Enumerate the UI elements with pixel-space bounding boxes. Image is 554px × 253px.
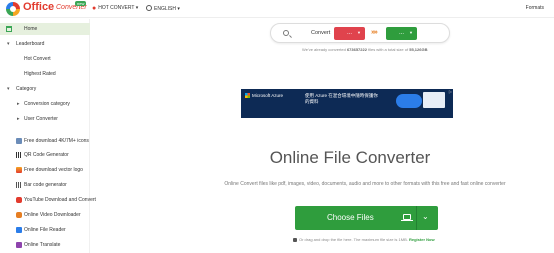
sidebar-item-label: Bar code generator <box>24 182 67 188</box>
sidebar-item-label: Online File Reader <box>24 227 66 233</box>
globe-icon <box>146 5 152 11</box>
sidebar-item-bar-code[interactable]: Bar code generator <box>0 179 90 191</box>
sidebar-item-label: Category <box>16 86 37 92</box>
chevron-down-icon[interactable]: ⌄ <box>422 212 429 221</box>
search-icon[interactable] <box>283 30 289 36</box>
sidebar-item-hot-convert[interactable]: Hot Convert <box>0 53 90 65</box>
sidebar-item-label: Online Translate <box>24 242 61 248</box>
stats-prefix: We've already converted <box>302 47 347 52</box>
to-format-select[interactable]: ... ▼ <box>386 27 417 40</box>
sidebar-item-translate[interactable]: Online Translate <box>0 239 90 251</box>
language-menu[interactable]: ENGLISH ▾ <box>146 5 180 12</box>
chevron-right-icon: ▸ <box>17 101 20 107</box>
drop-hint-text: Or drag and drop the file here. The maxi… <box>299 237 408 242</box>
youtube-icon <box>16 197 22 203</box>
laptop-icon <box>401 214 413 221</box>
formats-link[interactable]: Formats <box>526 5 544 11</box>
chevron-down-icon: ▾ <box>7 41 10 47</box>
sidebar-item-label: Free download vector logo <box>24 167 83 173</box>
sidebar-item-user-converter[interactable]: ▸ User Converter <box>0 113 90 125</box>
chevron-down-icon: ▼ <box>357 30 361 35</box>
top-navbar: Office Converter new ● HOT CONVERT ▾ ENGL… <box>0 0 554 18</box>
video-download-icon <box>16 212 22 218</box>
sidebar-item-label: Highest Rated <box>24 71 56 77</box>
file-reader-icon <box>16 227 22 233</box>
sidebar-item-leaderboard[interactable]: ▾ Leaderboard <box>0 38 90 50</box>
barcode-icon <box>16 182 22 188</box>
choose-files-button[interactable]: Choose Files ⌄ <box>295 206 438 230</box>
sidebar-item-video-downloader[interactable]: Online Video Downloader <box>0 209 90 221</box>
from-format-select[interactable]: ... ▼ <box>334 27 365 40</box>
ad-close-icon[interactable]: ▷ <box>449 89 452 94</box>
microsoft-logo-icon <box>245 93 250 98</box>
stats-size: 55,126GB <box>409 47 428 52</box>
to-format-value: ... <box>398 30 404 36</box>
cloud-icon <box>396 94 422 108</box>
sidebar-item-label: Home <box>24 26 38 32</box>
ad-text: 使用 Azure 在混合環境中隨時保護你的資料 <box>305 93 378 104</box>
sidebar-item-icons[interactable]: Free download 4K/7M+ icons <box>0 135 90 147</box>
sidebar-item-conversion-category[interactable]: ▸ Conversion category <box>0 98 90 110</box>
lock-icon <box>293 238 297 242</box>
button-divider <box>416 206 417 230</box>
drop-hint: Or drag and drop the file here. The maxi… <box>293 237 453 242</box>
chevron-down-icon: ▼ <box>409 30 413 35</box>
convert-label: Convert <box>311 30 331 36</box>
sidebar-item-label: Leaderboard <box>16 41 45 47</box>
sidebar-item-home[interactable]: Home <box>0 23 90 35</box>
convert-search-bar: Convert ... ▼ »» ... ▼ <box>270 23 450 43</box>
sidebar-item-label: User Converter <box>24 116 58 122</box>
choose-files-label: Choose Files <box>327 213 374 222</box>
conversion-stats: We've already converted 673657222 files … <box>302 47 427 52</box>
chevron-right-icon: ▸ <box>17 116 20 122</box>
brand-name[interactable]: Office <box>23 1 54 13</box>
new-badge: new <box>75 1 87 6</box>
sidebar-item-youtube[interactable]: YouTube Download and Convert <box>0 194 96 206</box>
sidebar-item-label: QR Code Generator <box>24 152 69 158</box>
sidebar-item-file-reader[interactable]: Online File Reader <box>0 224 90 236</box>
hot-convert-menu[interactable]: ● HOT CONVERT ▾ <box>92 5 138 12</box>
sidebar-item-label: Conversion category <box>24 101 70 107</box>
vector-logo-icon <box>16 167 22 173</box>
sidebar-item-label: YouTube Download and Convert <box>24 197 96 203</box>
sidebar: Home ▾ Leaderboard Hot Convert Highest Ra… <box>0 19 96 253</box>
icons-icon <box>16 138 22 144</box>
home-icon <box>6 26 12 32</box>
sidebar-item-label: Free download 4K/7M+ icons <box>24 138 89 144</box>
page-title: Online File Converter <box>269 148 431 167</box>
arrows-icon: »» <box>371 29 378 36</box>
sidebar-item-vector-logo[interactable]: Free download vector logo <box>0 164 90 176</box>
ad-brand-label: Microsoft Azure <box>252 93 284 98</box>
stats-mid: files with a total size of <box>366 47 410 52</box>
from-format-value: ... <box>346 30 352 36</box>
fire-icon: ● <box>92 5 97 12</box>
sidebar-item-highest-rated[interactable]: Highest Rated <box>0 68 90 80</box>
page-subtitle: Online Convert files like pdf, images, v… <box>224 181 506 187</box>
chevron-down-icon: ▾ <box>7 86 10 92</box>
translate-icon <box>16 242 22 248</box>
sidebar-item-category[interactable]: ▾ Category <box>0 83 90 95</box>
screen-illustration <box>423 92 445 108</box>
ad-banner[interactable]: Microsoft Azure 使用 Azure 在混合環境中隨時保護你的資料 … <box>241 89 453 118</box>
logo-icon[interactable] <box>6 2 20 16</box>
language-label: ENGLISH ▾ <box>154 6 180 12</box>
sidebar-item-qr-code[interactable]: QR Code Generator <box>0 149 90 161</box>
sidebar-item-label: Online Video Downloader <box>24 212 81 218</box>
qr-code-icon <box>16 152 22 158</box>
microsoft-azure-brand: Microsoft Azure <box>245 93 283 98</box>
sidebar-item-label: Hot Convert <box>24 56 51 62</box>
register-link[interactable]: Register Now <box>409 237 435 242</box>
hot-convert-label: HOT CONVERT ▾ <box>98 5 139 11</box>
stats-count: 673657222 <box>346 47 367 52</box>
